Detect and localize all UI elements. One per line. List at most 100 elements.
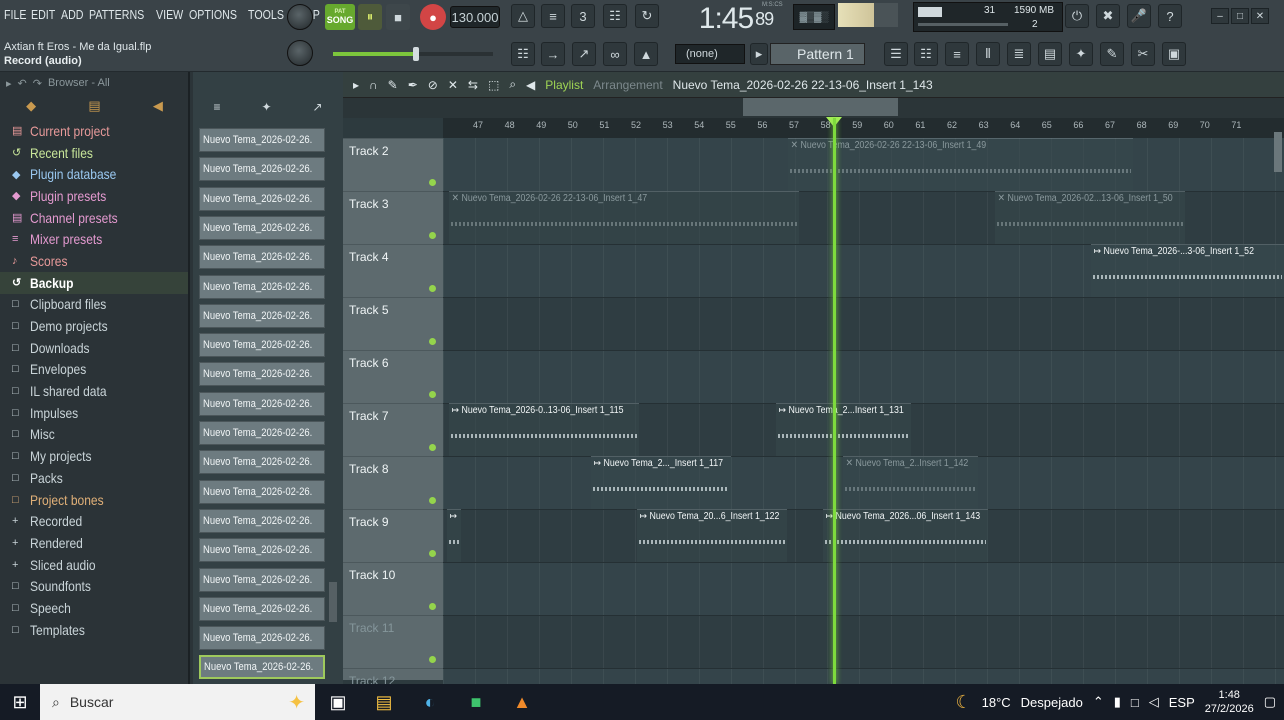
- master-volume-knob[interactable]: [287, 4, 313, 30]
- browser-arrow-icon[interactable]: ▸: [6, 77, 12, 90]
- microphone-icon[interactable]: 🎤: [1127, 4, 1151, 28]
- timeline-ruler[interactable]: 47 48 49 50 51 52 53 54 55 56 57 58 59 60 61 62 63 64 65 66…: [443, 118, 1284, 138]
- cart-icon[interactable]: ▣: [1162, 42, 1186, 66]
- browser-item[interactable]: □ Templates: [0, 619, 188, 641]
- slip-tool-icon[interactable]: ⇆: [468, 78, 478, 92]
- zoom-tool-icon[interactable]: ⌕: [509, 77, 516, 92]
- loop-record-icon[interactable]: ↻: [635, 4, 659, 28]
- audio-clip[interactable]: ✕ Nuevo Tema_2..Insert 1_142: [843, 456, 978, 509]
- stamp-icon[interactable]: ▲: [634, 42, 658, 66]
- track-mute-led[interactable]: [429, 232, 436, 239]
- mixer-icon[interactable]: ⫴: [976, 42, 1000, 66]
- menu-edit[interactable]: EDIT: [31, 7, 55, 22]
- browser-item[interactable]: + Recorded: [0, 510, 188, 532]
- audio-clip[interactable]: ✕ Nuevo Tema_2026-02-26 22-13-06_Insert …: [449, 191, 799, 244]
- magnet-icon[interactable]: ∩: [369, 78, 378, 92]
- pattern-selector[interactable]: Pattern 1: [770, 43, 865, 65]
- project-tree-icon[interactable]: ≣: [1007, 42, 1031, 66]
- browser-scrollbar[interactable]: [188, 72, 190, 684]
- browser-item[interactable]: ↺ Recent files: [0, 142, 188, 164]
- taskbar-search[interactable]: ⌕ Buscar ✦: [40, 684, 315, 720]
- slide-icon[interactable]: ↗: [572, 42, 596, 66]
- minimize-button[interactable]: –: [1211, 8, 1229, 24]
- pencil-icon[interactable]: ✎: [1100, 42, 1124, 66]
- clip-list-item[interactable]: Nuevo Tema_2026-02-26.: [199, 157, 325, 182]
- track-mute-led[interactable]: [429, 285, 436, 292]
- track-header[interactable]: Track 10: [343, 562, 443, 615]
- clip-list-item[interactable]: Nuevo Tema_2026-02-26.: [199, 479, 325, 504]
- countdown-icon[interactable]: 3: [571, 4, 595, 28]
- audio-clip[interactable]: ↦: [447, 509, 461, 562]
- clip-list-item[interactable]: Nuevo Tema_2026-02-26.: [199, 333, 325, 358]
- fl-studio-app-icon[interactable]: ▲: [499, 684, 545, 720]
- track-header[interactable]: Track 4: [343, 244, 443, 297]
- browser-item[interactable]: + Sliced audio: [0, 554, 188, 576]
- track-header[interactable]: Track 7: [343, 403, 443, 456]
- clip-list-scrollbar[interactable]: [329, 582, 337, 622]
- browser-speaker-icon[interactable]: ◀: [153, 98, 163, 114]
- menu-file[interactable]: FILE: [4, 7, 27, 22]
- browser-item[interactable]: + Rendered: [0, 532, 188, 554]
- clip-list-item[interactable]: Nuevo Tema_2026-02-26.: [199, 186, 325, 211]
- track-mute-led[interactable]: [429, 603, 436, 610]
- playlist-icon[interactable]: ☰: [884, 42, 908, 66]
- clip-list-item[interactable]: Nuevo Tema_2026-02-26.: [199, 538, 325, 563]
- clip-list-item[interactable]: Nuevo Tema_2026-02-26.: [199, 567, 325, 592]
- track-header[interactable]: Track 3: [343, 191, 443, 244]
- playlist-scrollbar[interactable]: [1274, 132, 1282, 172]
- menu-add[interactable]: ADD: [61, 7, 84, 22]
- piano-roll-icon[interactable]: ☷: [511, 42, 535, 66]
- tempo-display[interactable]: 130.000: [450, 6, 500, 28]
- playlist-overview[interactable]: [743, 98, 898, 116]
- stop-button[interactable]: ■: [386, 4, 410, 30]
- browser-item[interactable]: □ Misc: [0, 424, 188, 446]
- clip-list-item[interactable]: Nuevo Tema_2026-02-26.: [199, 245, 325, 270]
- metronome-icon[interactable]: △: [511, 4, 535, 28]
- clip-list-menu-icon[interactable]: ≡: [213, 100, 220, 114]
- audio-clip[interactable]: ✕ Nuevo Tema_2026-02...13-06_Insert 1_50: [995, 191, 1185, 244]
- track-header[interactable]: Track 5: [343, 297, 443, 350]
- cut-icon[interactable]: ✂: [1131, 42, 1155, 66]
- weather-temp[interactable]: 18°C: [982, 695, 1011, 710]
- song-mode-button[interactable]: PAT SONG: [325, 4, 355, 30]
- slider-handle[interactable]: [413, 47, 419, 61]
- windows-start-icon[interactable]: ⊞: [0, 684, 40, 720]
- language-indicator[interactable]: ESP: [1169, 695, 1195, 710]
- browser-item[interactable]: ◆ Plugin presets: [0, 185, 188, 207]
- browser-item[interactable]: □ My projects: [0, 445, 188, 467]
- browser-item[interactable]: □ Clipboard files: [0, 294, 188, 316]
- menu-patterns[interactable]: PATTERNS: [89, 7, 144, 22]
- help-icon[interactable]: ?: [1158, 4, 1182, 28]
- audio-clip[interactable]: ↦ Nuevo Tema_2026-0..13-06_Insert 1_115: [449, 403, 639, 456]
- browser-item[interactable]: □ Impulses: [0, 402, 188, 424]
- browser-item[interactable]: □ Demo projects: [0, 315, 188, 337]
- playback-tool-icon[interactable]: ◀: [526, 78, 535, 92]
- track-header[interactable]: Track 6: [343, 350, 443, 403]
- track-mute-led[interactable]: [429, 444, 436, 451]
- file-explorer-icon[interactable]: ▤: [361, 684, 407, 720]
- clip-list-item[interactable]: Nuevo Tema_2026-02-26.: [199, 128, 325, 152]
- channel-rack-icon[interactable]: ≡: [945, 42, 969, 66]
- wait-input-icon[interactable]: ≡: [541, 4, 565, 28]
- browser-item[interactable]: ▤ Channel presets: [0, 207, 188, 229]
- clip-list-item[interactable]: Nuevo Tema_2026-02-26.: [199, 362, 325, 387]
- volume-icon[interactable]: ◁: [1149, 694, 1159, 710]
- clip-list-item[interactable]: Nuevo Tema_2026-02-26.: [199, 274, 325, 299]
- browser-item[interactable]: □ Packs: [0, 467, 188, 489]
- clip-list-item[interactable]: Nuevo Tema_2026-02-26.: [199, 215, 325, 240]
- tray-expand-icon[interactable]: ⌃: [1093, 694, 1104, 710]
- master-pitch-knob[interactable]: [287, 40, 313, 66]
- track-mute-led[interactable]: [429, 497, 436, 504]
- plugin-icon[interactable]: ✦: [1069, 42, 1093, 66]
- clip-list-resize-icon[interactable]: ↗: [312, 100, 322, 114]
- clip-list-item[interactable]: Nuevo Tema_2026-02-26.: [199, 391, 325, 416]
- step-edit-icon[interactable]: ☷: [603, 4, 627, 28]
- taskbar-clock[interactable]: 1:48 27/2/2026: [1205, 688, 1254, 716]
- track-header[interactable]: Track 8: [343, 456, 443, 509]
- clip-list-item[interactable]: Nuevo Tema_2026-02-26.: [199, 421, 325, 445]
- track-header[interactable]: Track 11: [343, 615, 443, 668]
- draw-tool-icon[interactable]: ✎: [388, 78, 398, 92]
- browser-item[interactable]: □ Downloads: [0, 337, 188, 359]
- track-header[interactable]: Track 12: [343, 668, 443, 688]
- browser-item[interactable]: ◆ Plugin database: [0, 163, 188, 185]
